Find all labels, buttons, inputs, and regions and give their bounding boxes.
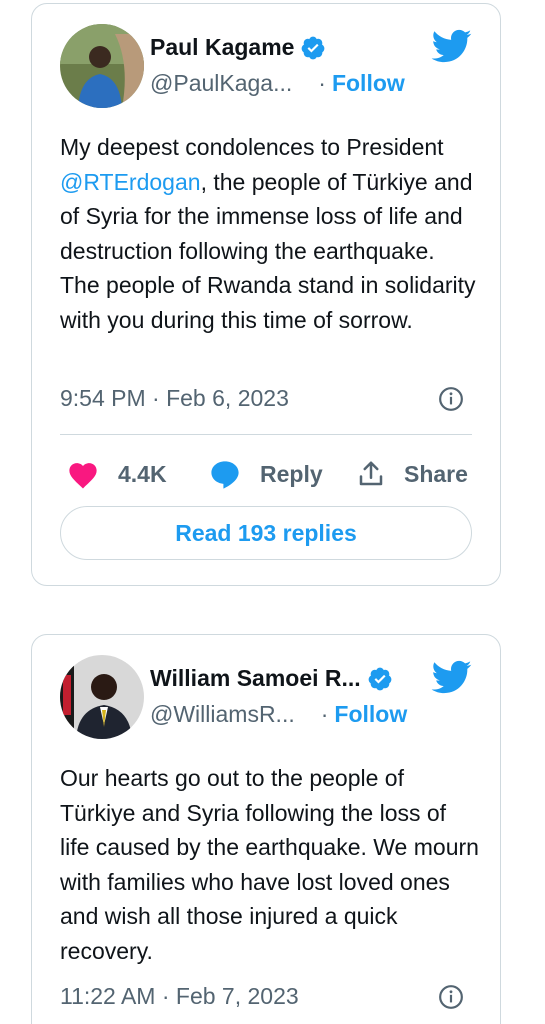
separator-dot: · [320, 701, 329, 727]
tweet-card[interactable]: Paul Kagame @PaulKaga... · Follow My dee… [31, 3, 501, 586]
info-icon[interactable] [438, 386, 464, 412]
verified-badge-icon [368, 667, 392, 690]
share-icon [359, 461, 383, 486]
heart-icon [69, 463, 97, 489]
read-replies-button[interactable]: Read 193 replies [60, 506, 472, 560]
twitter-bird-icon[interactable] [430, 659, 472, 695]
share-button[interactable]: Share [356, 452, 468, 496]
follow-button[interactable]: Follow [332, 70, 405, 97]
share-label: Share [404, 460, 468, 487]
like-count: 4.4K [118, 460, 167, 487]
action-bar: 4.4K Reply Share [60, 452, 474, 496]
tweet-timestamp[interactable]: 9:54 PM · Feb 6, 2023 [60, 385, 289, 412]
info-icon[interactable] [438, 984, 464, 1010]
author-name[interactable]: Paul Kagame [150, 34, 294, 61]
tweet-text: My deepest condolences to President @RTE… [60, 130, 480, 337]
reply-bubble-icon [211, 461, 239, 489]
author-handle[interactable]: @PaulKaga... [150, 70, 292, 97]
reply-label: Reply [260, 460, 323, 487]
tweet-text-part: My deepest condolences to President [60, 134, 444, 160]
tweet-timestamp[interactable]: 11:22 AM · Feb 7, 2023 [60, 983, 299, 1010]
separator-dot: · [318, 70, 326, 96]
tweet-text: Our hearts go out to the people of Türki… [60, 765, 479, 964]
twitter-bird-icon[interactable] [430, 28, 472, 64]
avatar[interactable] [60, 24, 144, 108]
divider [60, 434, 472, 435]
avatar[interactable] [60, 655, 144, 739]
verified-badge-icon [302, 36, 325, 59]
author-name[interactable]: William Samoei R... [150, 665, 361, 692]
author-handle[interactable]: @WilliamsR... [150, 701, 295, 728]
tweet-card[interactable]: William Samoei R... @WilliamsR... · Foll… [31, 634, 501, 1024]
like-button[interactable]: 4.4K [66, 452, 167, 496]
reply-button[interactable]: Reply [208, 452, 323, 496]
mention-link[interactable]: @RTErdogan [60, 169, 201, 195]
follow-button[interactable]: Follow [334, 701, 407, 728]
